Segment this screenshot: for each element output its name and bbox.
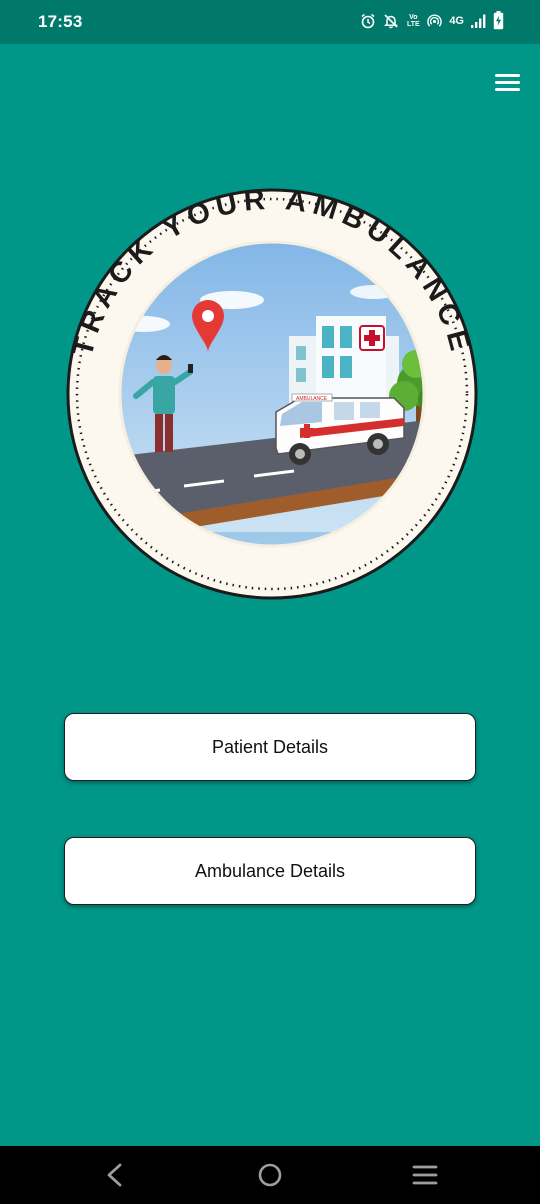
volte-icon: Vo LTE [406, 13, 420, 28]
home-icon[interactable] [252, 1158, 288, 1192]
alarm-icon [361, 13, 375, 28]
patient-details-button[interactable]: Patient Details [64, 713, 476, 781]
hotspot-icon [427, 14, 443, 27]
status-bar: 17:53 Vo LTE 4G [0, 0, 540, 44]
hamburger-menu-icon [495, 74, 520, 77]
ambulance-vehicle-label: AMBULANCE [296, 396, 328, 402]
battery-charging-icon [493, 11, 504, 30]
recents-icon[interactable] [407, 1158, 443, 1192]
status-icons: Vo LTE 4G [360, 11, 504, 30]
app-logo: AMBULANCE TRACK YOUR AMBULANCE [66, 186, 478, 600]
ambulance-details-button[interactable]: Ambulance Details [64, 837, 476, 905]
signal-icon [471, 14, 486, 28]
network-type: 4G [449, 14, 464, 27]
notifications-off-icon [384, 13, 399, 28]
navigation-bar [0, 1146, 540, 1204]
menu-button[interactable] [488, 66, 526, 100]
back-icon[interactable] [96, 1158, 132, 1192]
status-time: 17:53 [38, 12, 83, 31]
